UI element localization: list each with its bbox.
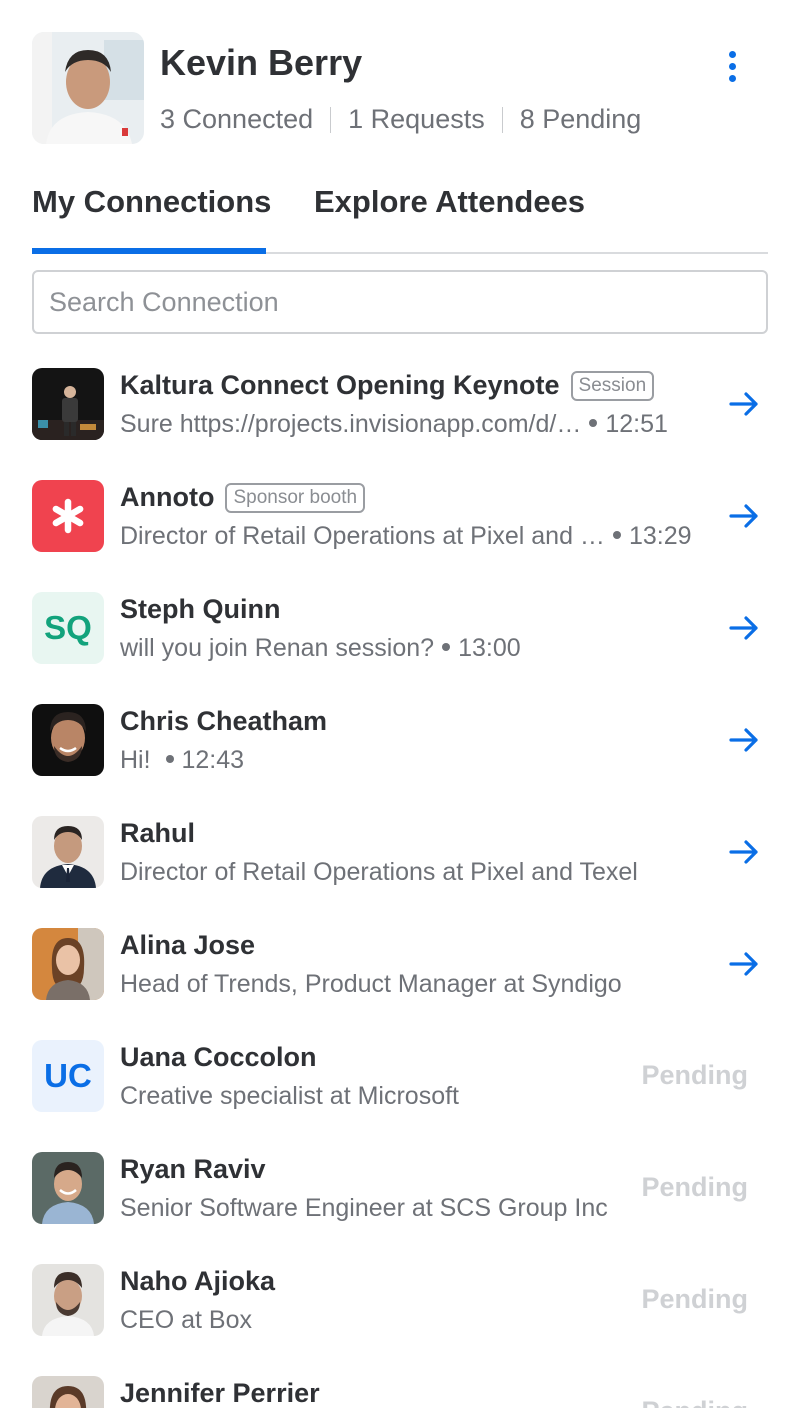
person-avatar <box>32 1376 104 1408</box>
asterisk-logo-avatar <box>32 480 104 552</box>
connection-name: Steph Quinn <box>120 594 281 624</box>
connection-title: Head of Trends, Product Manager at Syndi… <box>120 970 622 998</box>
connection-name: Alina Jose <box>120 930 256 960</box>
message-time: 12:51 <box>605 410 668 438</box>
search-input[interactable] <box>34 272 766 332</box>
arrow-right-icon[interactable] <box>728 724 760 756</box>
connection-name: Ryan Raviv <box>120 1154 266 1184</box>
connection-row[interactable]: Alina Jose Head of Trends, Product Manag… <box>32 908 768 1020</box>
connection-row[interactable]: Annoto Sponsor booth Director of Retail … <box>32 460 768 572</box>
connection-row[interactable]: Chris Cheatham Hi! 12:43 <box>32 684 768 796</box>
type-badge: Session <box>570 370 655 401</box>
stat-connected[interactable]: 3 Connected <box>160 104 313 135</box>
stat-divider <box>330 106 332 133</box>
connection-title: Creative specialist at Microsoft <box>120 1082 460 1110</box>
connection-name: Naho Ajioka <box>120 1266 276 1296</box>
connection-row[interactable]: Jennifer Perrier Pending <box>32 1356 768 1408</box>
connection-row[interactable]: SQ Steph Quinn will you join Renan sessi… <box>32 572 768 684</box>
connection-row[interactable]: UC Uana Coccolon Creative specialist at … <box>32 1020 768 1132</box>
connection-subtitle: Creative specialist at Microsoft <box>120 1082 459 1111</box>
connection-stats: 3 Connected 1 Requests 8 Pending <box>160 104 641 135</box>
person-avatar <box>32 816 104 888</box>
pending-status: Pending <box>642 1396 749 1408</box>
profile-name: Kevin Berry <box>160 42 363 83</box>
stat-requests[interactable]: 1 Requests <box>348 104 485 135</box>
pending-status: Pending <box>641 1060 749 1090</box>
connection-subtitle: CEO at Box <box>120 1306 252 1335</box>
message-time: 13:00 <box>458 634 521 662</box>
initials-avatar: SQ <box>32 592 104 664</box>
person-avatar <box>32 1152 104 1224</box>
pending-status: Pending <box>641 1284 749 1314</box>
connection-title: CEO at Box <box>120 1306 252 1334</box>
tab-explore-attendees[interactable]: Explore Attendees <box>314 184 585 220</box>
connection-subtitle: Hi! 12:43 <box>120 746 244 775</box>
profile-header: Kevin Berry 3 Connected 1 Requests 8 Pen… <box>32 32 768 144</box>
arrow-right-icon[interactable] <box>728 388 760 420</box>
connection-subtitle: Director of Retail Operations at Pixel a… <box>120 522 692 551</box>
arrow-right-icon[interactable] <box>728 612 760 644</box>
tab-my-connections[interactable]: My Connections <box>32 184 271 220</box>
connection-row[interactable]: Rahul Director of Retail Operations at P… <box>32 796 768 908</box>
connection-name: Rahul <box>120 818 196 848</box>
pending-status: Pending <box>641 1172 749 1202</box>
tab-bar: My Connections Explore Attendees <box>32 170 768 254</box>
avatar-initials: SQ <box>44 609 92 646</box>
initials-avatar: UC <box>32 1040 104 1112</box>
connection-subtitle: Head of Trends, Product Manager at Syndi… <box>120 970 622 999</box>
connection-name: Uana Coccolon <box>120 1042 317 1072</box>
person-avatar <box>32 1264 104 1336</box>
connection-name: Kaltura Connect Opening Keynote <box>120 370 560 400</box>
connection-name: Jennifer Perrier <box>120 1378 320 1408</box>
type-badge: Sponsor booth <box>225 482 366 513</box>
person-avatar <box>32 928 104 1000</box>
last-message: Sure https://projects.invisionapp.com/d/… <box>120 410 582 438</box>
active-tab-indicator <box>32 248 266 254</box>
keynote-avatar <box>32 368 104 440</box>
asterisk-icon <box>52 498 84 534</box>
connection-list: Kaltura Connect Opening Keynote Session … <box>32 348 768 1408</box>
connection-row[interactable]: Ryan Raviv Senior Software Engineer at S… <box>32 1132 768 1244</box>
connection-subtitle: Director of Retail Operations at Pixel a… <box>120 858 638 887</box>
connection-row[interactable]: Kaltura Connect Opening Keynote Session … <box>32 348 768 460</box>
more-options-icon[interactable] <box>712 46 752 86</box>
avatar-initials: UC <box>44 1057 92 1094</box>
stat-divider <box>501 106 503 133</box>
connection-name: Annoto <box>120 482 215 512</box>
arrow-right-icon[interactable] <box>728 500 760 532</box>
connection-subtitle: will you join Renan session? 13:00 <box>120 634 521 663</box>
stat-pending[interactable]: 8 Pending <box>520 104 642 135</box>
last-message: will you join Renan session? <box>120 634 435 662</box>
connection-title: Director of Retail Operations at Pixel a… <box>120 858 638 886</box>
arrow-right-icon[interactable] <box>728 948 760 980</box>
profile-avatar[interactable] <box>32 32 144 144</box>
arrow-right-icon[interactable] <box>728 836 760 868</box>
last-message: Director of Retail Operations at Pixel a… <box>120 522 605 550</box>
person-avatar <box>32 704 104 776</box>
search-box <box>32 270 768 334</box>
connection-subtitle: Sure https://projects.invisionapp.com/d/… <box>120 410 668 439</box>
connection-title: Senior Software Engineer at SCS Group In… <box>120 1194 608 1222</box>
last-message: Hi! <box>120 746 158 774</box>
connection-name: Chris Cheatham <box>120 706 328 736</box>
message-time: 13:29 <box>628 522 692 550</box>
connection-subtitle: Senior Software Engineer at SCS Group In… <box>120 1194 608 1223</box>
connection-row[interactable]: Naho Ajioka CEO at Box Pending <box>32 1244 768 1356</box>
message-time: 12:43 <box>181 746 245 774</box>
connections-screen: Kevin Berry 3 Connected 1 Requests 8 Pen… <box>0 0 800 1408</box>
